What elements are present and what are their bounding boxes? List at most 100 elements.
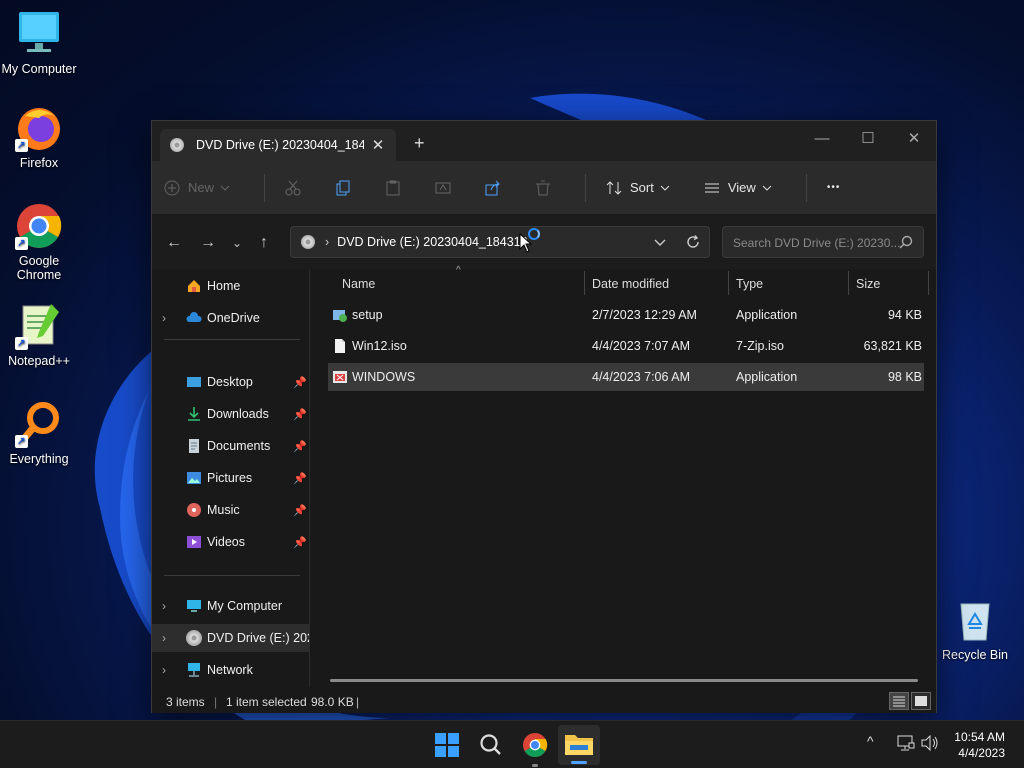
up-arrow-icon[interactable]: ↑ [260,234,268,252]
file-size: 98 KB [887,370,922,384]
sidebar-item-my-computer[interactable]: › My Computer [152,592,309,620]
back-arrow-icon[interactable]: ← [166,234,182,252]
search-placeholder: Search DVD Drive (E:) 20230... [733,236,901,250]
tab-close-button[interactable]: ✕ [370,136,386,154]
delete-button[interactable] [535,172,559,204]
paste-button[interactable] [385,172,409,204]
sidebar-item-label: Desktop [207,375,253,389]
sidebar-item-documents[interactable]: Documents 📌 [152,432,309,460]
chevron-down-icon[interactable] [654,239,666,247]
file-row[interactable]: WINDOWS 4/4/2023 7:06 AM Application 98 … [328,363,924,391]
desktop-icon-label: Google Chrome [16,254,62,282]
search-icon[interactable] [475,729,507,761]
desktop-icon-chrome[interactable]: ↗ Google Chrome [1,202,77,282]
column-header-size[interactable]: Size [848,269,928,299]
sidebar-item-dvd-drive[interactable]: › DVD Drive (E:) 20230 [152,624,309,652]
column-header-type[interactable]: Type [728,269,848,299]
pin-icon[interactable]: 📌 [293,504,307,517]
busy-spinner-icon [528,228,540,240]
sidebar-item-desktop[interactable]: Desktop 📌 [152,368,309,396]
pin-icon[interactable]: 📌 [293,408,307,421]
cut-button[interactable] [285,172,309,204]
explorer-tab[interactable]: DVD Drive (E:) 20230404_1843 ✕ [160,129,396,161]
toolbar-separator [585,173,587,202]
column-header-name[interactable]: Name [334,269,584,299]
sidebar-item-downloads[interactable]: Downloads 📌 [152,400,309,428]
sidebar-item-music[interactable]: Music 📌 [152,496,309,524]
dvd-drive-icon [170,138,184,152]
column-header-label: Size [856,277,881,291]
desktop-icon-recycle-bin[interactable]: Recycle Bin [937,596,1013,662]
breadcrumb-path[interactable]: DVD Drive (E:) 20230404_184312 [337,235,527,249]
rename-button[interactable] [435,172,459,204]
file-explorer-window: DVD Drive (E:) 20230404_1843 ✕ + — ☐ ✕ N… [151,120,937,713]
copy-button[interactable] [335,172,359,204]
tiles-view-button[interactable] [911,692,931,710]
search-icon [899,235,913,249]
show-hidden-icons-chevron-icon[interactable]: ^ [867,733,874,749]
setup-icon [333,310,347,322]
sidebar-item-videos[interactable]: Videos 📌 [152,528,309,556]
close-button[interactable]: ✕ [891,125,937,153]
recycle-bin-icon [951,596,999,644]
refresh-icon[interactable] [686,235,700,249]
active-indicator [571,761,587,764]
chrome-running-indicator [532,764,538,767]
desktop-icon-label: Notepad++ [8,354,70,368]
sort-icon [606,180,622,195]
pin-icon[interactable]: 📌 [293,440,307,453]
explorer-taskbar-button[interactable] [558,725,600,765]
sidebar-item-network[interactable]: › Network [152,656,309,684]
file-date: 2/7/2023 12:29 AM [592,308,697,322]
column-header-date[interactable]: Date modified [584,269,728,299]
command-bar: New Sort View ••• [152,161,936,215]
volume-icon[interactable] [921,735,939,751]
tiles-view-icon [915,696,927,706]
share-button[interactable] [485,172,509,204]
pin-icon[interactable]: 📌 [293,472,307,485]
desktop-icon-firefox[interactable]: ↗ Firefox [1,104,77,170]
sidebar-item-pictures[interactable]: Pictures 📌 [152,464,309,492]
system-clock[interactable]: 10:54 AM 4/4/2023 [954,729,1005,761]
breadcrumb-separator: › [325,235,330,249]
chevron-right-icon[interactable]: › [162,599,166,613]
sidebar-item-label: DVD Drive (E:) 20230 [207,631,309,645]
desktop-icon-notepadpp[interactable]: ↗ Notepad++ [1,302,77,368]
sidebar-item-label: Pictures [207,471,253,485]
start-button[interactable] [431,729,463,761]
chevron-right-icon[interactable]: › [162,311,166,325]
rename-icon [435,182,451,193]
address-bar[interactable]: › DVD Drive (E:) 20230404_184312 [290,226,710,258]
search-box[interactable]: Search DVD Drive (E:) 20230... [722,226,924,258]
details-view-button[interactable] [889,692,909,710]
pin-icon[interactable]: 📌 [293,376,307,389]
sidebar-item-onedrive[interactable]: › OneDrive [152,304,309,332]
horizontal-scrollbar[interactable] [330,679,918,682]
desktop-icon [187,377,201,387]
search-tool-icon: ↗ [15,400,63,448]
sidebar-item-home[interactable]: Home [152,272,309,300]
chrome-icon[interactable] [519,729,551,761]
new-tab-button[interactable]: + [414,133,425,154]
view-button[interactable]: View [704,172,780,204]
desktop-icon-everything[interactable]: ↗ Everything [1,400,77,466]
recent-locations-chevron-icon[interactable]: ⌄ [232,236,242,250]
chevron-right-icon[interactable]: › [162,631,166,645]
file-row[interactable]: Win12.iso 4/4/2023 7:07 AM 7-Zip.iso 63,… [328,332,924,360]
column-divider[interactable] [928,271,929,295]
chevron-down-icon [220,185,230,191]
file-row[interactable]: setup 2/7/2023 12:29 AM Application 94 K… [328,301,924,329]
status-item-count: 3 items [166,695,205,709]
file-date: 4/4/2023 7:07 AM [592,339,690,353]
pin-icon[interactable]: 📌 [293,536,307,549]
desktop-icon-my-computer[interactable]: My Computer [1,10,77,76]
file-size: 63,821 KB [863,339,922,353]
sort-button[interactable]: Sort [606,172,678,204]
forward-arrow-icon[interactable]: → [200,234,216,252]
new-button[interactable]: New [164,172,238,204]
network-icon[interactable] [897,735,915,751]
minimize-button[interactable]: — [799,125,845,153]
maximize-button[interactable]: ☐ [845,125,891,153]
more-options-button[interactable]: ••• [827,172,841,204]
chevron-right-icon[interactable]: › [162,663,166,677]
